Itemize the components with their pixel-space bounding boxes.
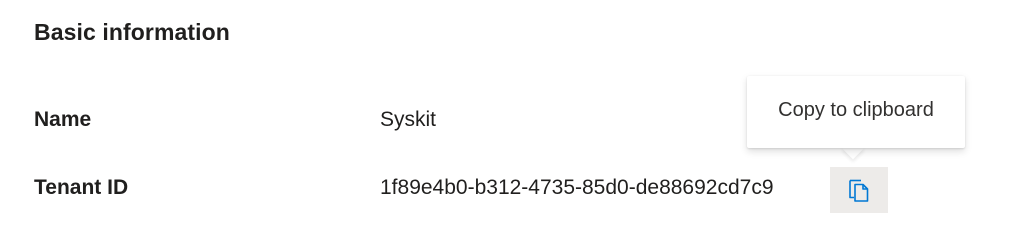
tooltip-beak-cover [837,130,877,144]
copy-to-clipboard-button[interactable] [830,167,888,213]
copy-icon [847,177,871,203]
section-title: Basic information [34,19,230,45]
tenant-id-value: 1f89e4b0-b312-4735-85d0-de88692cd7c9 [380,176,774,199]
name-label: Name [34,108,92,131]
tenant-id-label: Tenant ID [34,176,129,199]
tooltip-text: Copy to clipboard [778,99,934,121]
basic-information-panel: Basic information Name Syskit Tenant ID … [0,0,1024,232]
name-value: Syskit [380,108,437,131]
